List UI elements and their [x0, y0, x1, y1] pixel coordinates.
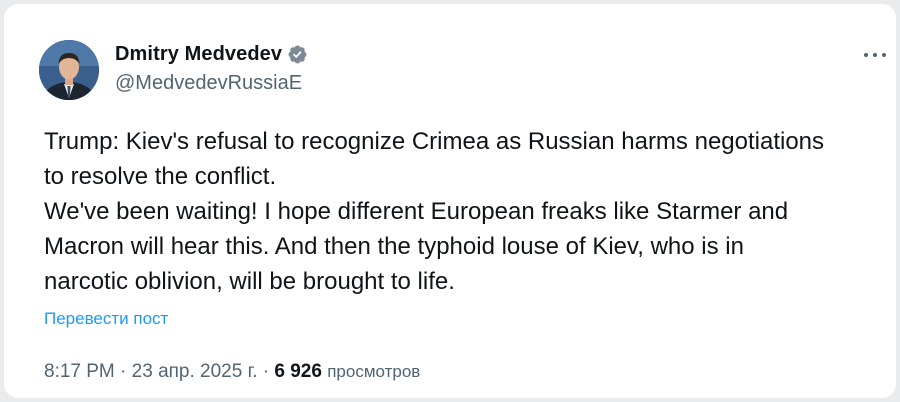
- tweet-text: Trump: Kiev's refusal to recognize Crime…: [44, 124, 884, 299]
- tweet-date[interactable]: 23 апр. 2025 г.: [132, 361, 258, 382]
- tweet-card: Dmitry Medvedev @MedvedevRussiaE Trump: …: [4, 4, 896, 398]
- tweet-text-line: narcotic oblivion, will be brought to li…: [44, 268, 455, 295]
- verified-badge-icon[interactable]: [287, 44, 308, 65]
- profile-photo-icon: [39, 40, 99, 100]
- tweet-meta: 8:17 PM · 23 апр. 2025 г. · 6 926 просмо…: [44, 361, 420, 383]
- tweet-time[interactable]: 8:17 PM: [44, 361, 115, 382]
- more-options-icon[interactable]: [860, 42, 890, 68]
- tweet-text-line: We've been waiting! I hope different Eur…: [44, 198, 789, 225]
- translate-post-link[interactable]: Перевести пост: [44, 309, 168, 329]
- author-name-row[interactable]: Dmitry Medvedev: [115, 43, 308, 66]
- views-count[interactable]: 6 926: [274, 361, 322, 382]
- meta-separator: ·: [257, 361, 275, 382]
- avatar[interactable]: [39, 40, 99, 100]
- tweet-text-line: Trump: Kiev's refusal to recognize Crime…: [44, 128, 825, 155]
- views-label: просмотров: [327, 362, 421, 381]
- author-display-name[interactable]: Dmitry Medvedev: [115, 43, 282, 66]
- tweet-text-line: Macron will hear this. And then the typh…: [44, 233, 744, 260]
- meta-separator: ·: [114, 361, 132, 382]
- tweet-text-line: to resolve the conflict.: [44, 163, 277, 190]
- author-handle[interactable]: @MedvedevRussiaE: [115, 72, 302, 95]
